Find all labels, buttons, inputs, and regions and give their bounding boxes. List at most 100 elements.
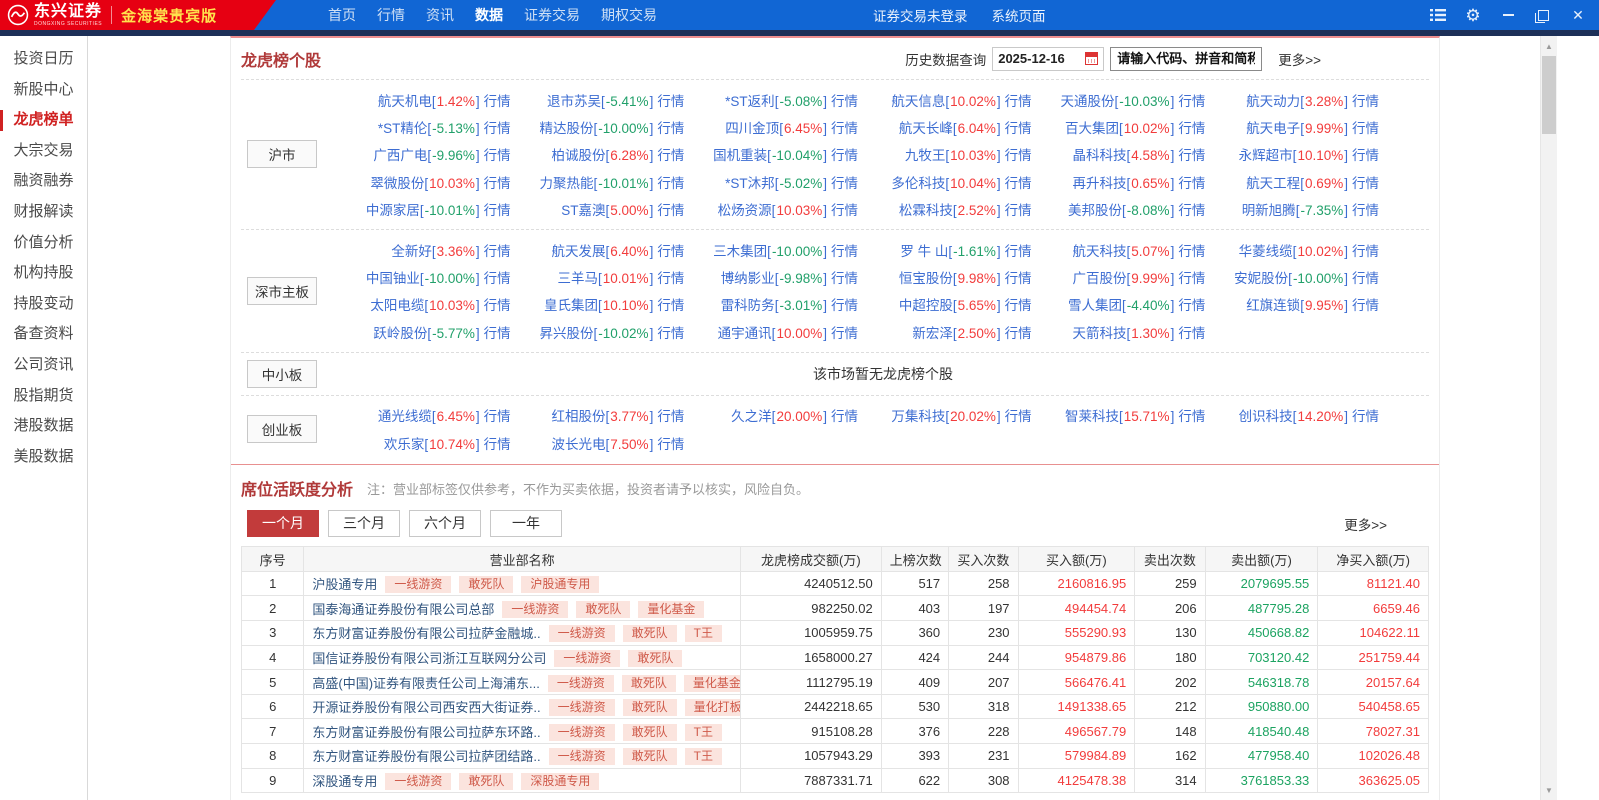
quote-link[interactable]: 行情 bbox=[1005, 203, 1032, 218]
sidebar-item-3[interactable]: 龙虎榜单 bbox=[0, 105, 87, 136]
system-page-link[interactable]: 系统页面 bbox=[992, 5, 1046, 25]
stock-name-link[interactable]: 百大集团 bbox=[1065, 121, 1119, 136]
quote-link[interactable]: 行情 bbox=[1352, 148, 1379, 163]
scrollbar-thumb[interactable] bbox=[1542, 56, 1556, 134]
branch-name-link[interactable]: 东方财富证券股份有限公司拉萨金融城.. bbox=[312, 626, 540, 641]
stock-name-link[interactable]: 太阳电缆 bbox=[370, 298, 424, 313]
nav-item-3[interactable]: 资讯 bbox=[426, 5, 454, 25]
stock-name-link[interactable]: 航天发展 bbox=[552, 244, 606, 259]
quote-link[interactable]: 行情 bbox=[831, 271, 858, 286]
vertical-scrollbar[interactable]: ▲ ▼ bbox=[1540, 36, 1557, 800]
sidebar-item-6[interactable]: 财报解读 bbox=[0, 197, 87, 228]
quote-link[interactable]: 行情 bbox=[1352, 244, 1379, 259]
stock-name-link[interactable]: 精达股份 bbox=[540, 121, 594, 136]
stock-name-link[interactable]: 通光线缆 bbox=[378, 409, 432, 424]
quote-link[interactable]: 行情 bbox=[831, 148, 858, 163]
nav-item-4[interactable]: 数据 bbox=[475, 5, 503, 25]
stock-name-link[interactable]: 红相股份 bbox=[552, 409, 606, 424]
stock-name-link[interactable]: *ST返利 bbox=[725, 94, 775, 109]
quote-link[interactable]: 行情 bbox=[484, 326, 511, 341]
stock-name-link[interactable]: 欢乐家 bbox=[384, 437, 425, 452]
quote-link[interactable]: 行情 bbox=[831, 244, 858, 259]
quote-link[interactable]: 行情 bbox=[831, 409, 858, 424]
branch-name-link[interactable]: 高盛(中国)证券有限责任公司上海浦东... bbox=[312, 676, 540, 691]
stock-name-link[interactable]: *ST精伦 bbox=[378, 121, 428, 136]
stock-name-link[interactable]: 力聚热能 bbox=[540, 176, 594, 191]
stock-name-link[interactable]: 创识科技 bbox=[1239, 409, 1293, 424]
quote-link[interactable]: 行情 bbox=[1005, 244, 1032, 259]
stock-name-link[interactable]: 四川金顶 bbox=[725, 121, 779, 136]
nav-item-5[interactable]: 证券交易 bbox=[524, 5, 580, 25]
nav-item-6[interactable]: 期权交易 bbox=[601, 5, 657, 25]
stock-name-link[interactable]: 昇兴股份 bbox=[540, 326, 594, 341]
stock-name-link[interactable]: 恒宝股份 bbox=[899, 271, 953, 286]
quote-link[interactable]: 行情 bbox=[1178, 271, 1205, 286]
quote-link[interactable]: 行情 bbox=[1352, 121, 1379, 136]
quote-link[interactable]: 行情 bbox=[1178, 176, 1205, 191]
quote-link[interactable]: 行情 bbox=[484, 94, 511, 109]
stock-name-link[interactable]: 明新旭腾 bbox=[1242, 203, 1296, 218]
market-tab-3[interactable]: 中小板 bbox=[247, 360, 317, 388]
nav-item-2[interactable]: 行情 bbox=[377, 5, 405, 25]
stock-name-link[interactable]: 三木集团 bbox=[713, 244, 767, 259]
close-icon[interactable]: ✕ bbox=[1569, 6, 1587, 24]
list-menu-icon[interactable] bbox=[1429, 6, 1447, 24]
stock-name-link[interactable]: 航天长峰 bbox=[899, 121, 953, 136]
branch-name-link[interactable]: 深股通专用 bbox=[312, 774, 377, 789]
stock-name-link[interactable]: 广百股份 bbox=[1073, 271, 1127, 286]
stock-name-link[interactable]: 博纳影业 bbox=[721, 271, 775, 286]
quote-link[interactable]: 行情 bbox=[657, 326, 684, 341]
quote-link[interactable]: 行情 bbox=[1005, 326, 1032, 341]
stock-name-link[interactable]: 再升科技 bbox=[1073, 176, 1127, 191]
quote-link[interactable]: 行情 bbox=[1005, 298, 1032, 313]
stock-name-link[interactable]: ST嘉澳 bbox=[561, 203, 605, 218]
minimize-icon[interactable] bbox=[1499, 6, 1517, 24]
sidebar-item-13[interactable]: 港股数据 bbox=[0, 411, 87, 442]
stock-name-link[interactable]: 航天工程 bbox=[1246, 176, 1300, 191]
quote-link[interactable]: 行情 bbox=[657, 121, 684, 136]
sidebar-item-10[interactable]: 备查资料 bbox=[0, 319, 87, 350]
scroll-down-arrow[interactable]: ▼ bbox=[1541, 782, 1557, 798]
quote-link[interactable]: 行情 bbox=[1178, 409, 1205, 424]
stock-name-link[interactable]: 华菱线缆 bbox=[1239, 244, 1293, 259]
period-tab-2[interactable]: 三个月 bbox=[328, 510, 400, 537]
date-picker[interactable]: 2025-12-16 bbox=[992, 47, 1104, 71]
stock-name-link[interactable]: 通宇通讯 bbox=[718, 326, 772, 341]
quote-link[interactable]: 行情 bbox=[1005, 148, 1032, 163]
stock-name-link[interactable]: 国机重装 bbox=[713, 148, 767, 163]
quote-link[interactable]: 行情 bbox=[484, 409, 511, 424]
stock-name-link[interactable]: 波长光电 bbox=[552, 437, 606, 452]
quote-link[interactable]: 行情 bbox=[484, 271, 511, 286]
sidebar-item-7[interactable]: 价值分析 bbox=[0, 228, 87, 259]
stock-name-link[interactable]: 九牧王 bbox=[905, 148, 946, 163]
nav-item-1[interactable]: 首页 bbox=[328, 5, 356, 25]
stock-search-input[interactable] bbox=[1110, 47, 1262, 71]
sidebar-item-1[interactable]: 投资日历 bbox=[0, 44, 87, 75]
quote-link[interactable]: 行情 bbox=[831, 94, 858, 109]
quote-link[interactable]: 行情 bbox=[1178, 203, 1205, 218]
quote-link[interactable]: 行情 bbox=[657, 148, 684, 163]
quote-link[interactable]: 行情 bbox=[831, 176, 858, 191]
quote-link[interactable]: 行情 bbox=[1352, 409, 1379, 424]
quote-link[interactable]: 行情 bbox=[1178, 148, 1205, 163]
quote-link[interactable]: 行情 bbox=[657, 244, 684, 259]
quote-link[interactable]: 行情 bbox=[831, 298, 858, 313]
quote-link[interactable]: 行情 bbox=[1178, 326, 1205, 341]
stock-name-link[interactable]: 航天科技 bbox=[1073, 244, 1127, 259]
restore-window-icon[interactable] bbox=[1534, 6, 1552, 24]
stock-name-link[interactable]: 安妮股份 bbox=[1234, 271, 1288, 286]
market-tab-2[interactable]: 深市主板 bbox=[247, 277, 317, 305]
quote-link[interactable]: 行情 bbox=[1352, 176, 1379, 191]
stock-name-link[interactable]: 柏诚股份 bbox=[552, 148, 606, 163]
stock-name-link[interactable]: 航天电子 bbox=[1246, 121, 1300, 136]
stock-name-link[interactable]: 航天机电 bbox=[378, 94, 432, 109]
sidebar-item-5[interactable]: 融资融券 bbox=[0, 166, 87, 197]
stock-name-link[interactable]: 航天信息 bbox=[891, 94, 945, 109]
stock-name-link[interactable]: 广西广电 bbox=[373, 148, 427, 163]
sidebar-item-9[interactable]: 持股变动 bbox=[0, 289, 87, 320]
quote-link[interactable]: 行情 bbox=[1005, 94, 1032, 109]
stock-name-link[interactable]: 中国铀业 bbox=[366, 271, 420, 286]
stock-name-link[interactable]: 雪人集团 bbox=[1068, 298, 1122, 313]
sidebar-item-2[interactable]: 新股中心 bbox=[0, 75, 87, 106]
stock-name-link[interactable]: 永辉超市 bbox=[1239, 148, 1293, 163]
